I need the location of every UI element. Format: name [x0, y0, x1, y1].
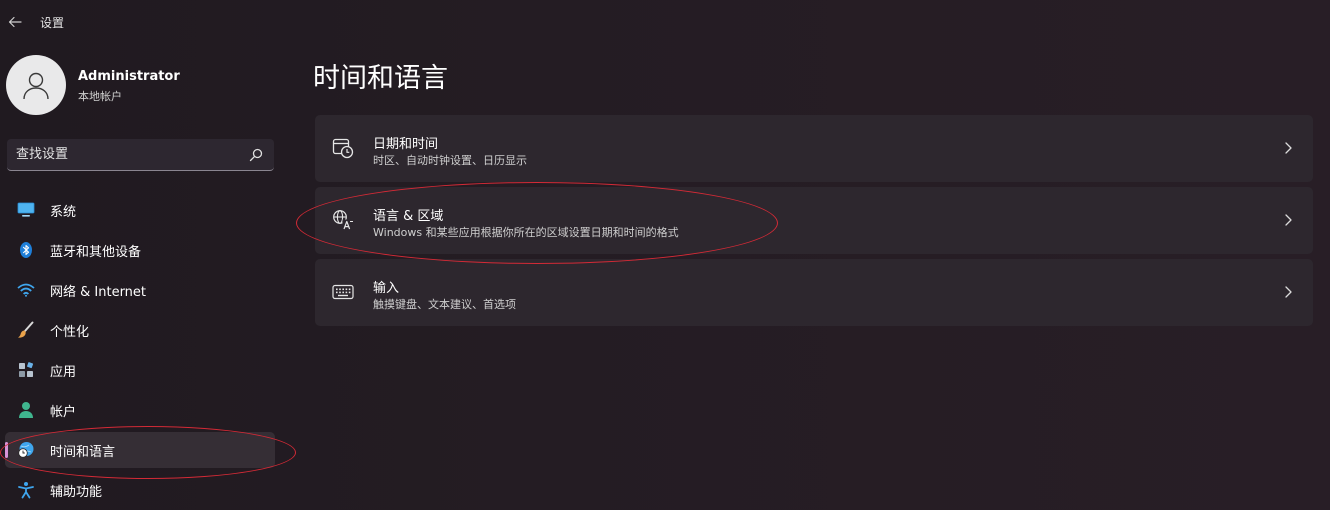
sidebar-item-accessibility[interactable]: 辅助功能 [5, 472, 275, 508]
chevron-right-icon [1285, 214, 1292, 226]
chevron-right-icon [1285, 142, 1292, 154]
sidebar-item-system[interactable]: 系统 [5, 192, 275, 228]
card-typing[interactable]: 输入 触摸键盘、文本建议、首选项 [315, 259, 1313, 326]
avatar[interactable] [6, 55, 66, 115]
app-title: 设置 [40, 16, 65, 30]
settings-window: 设置 Administrator 本地帐户 查找设置 系统 蓝牙和其他设备 网络… [0, 0, 1330, 510]
card-language-region[interactable]: 语言 & 区域 Windows 和某些应用根据你所在的区域设置日期和时间的格式 [315, 187, 1313, 254]
sidebar-item-label: 系统 [50, 204, 77, 220]
calendar-clock-icon [332, 137, 354, 159]
sidebar-item-label: 个性化 [50, 324, 90, 340]
chevron-right-icon [1285, 286, 1292, 298]
monitor-icon [17, 201, 35, 219]
sidebar-item-label: 辅助功能 [50, 484, 103, 500]
sidebar-item-label: 网络 & Internet [50, 284, 147, 300]
bluetooth-icon [17, 241, 35, 259]
search-input[interactable] [7, 139, 237, 169]
sidebar-item-apps[interactable]: 应用 [5, 352, 275, 388]
card-subtitle: 触摸键盘、文本建议、首选项 [373, 298, 516, 311]
page-title: 时间和语言 [313, 63, 448, 94]
wifi-icon [17, 281, 35, 299]
back-arrow-icon [8, 16, 22, 28]
user-profile[interactable]: Administrator 本地帐户 [6, 55, 286, 115]
active-indicator [5, 442, 8, 458]
globe-clock-icon [17, 441, 35, 459]
card-subtitle: 时区、自动时钟设置、日历显示 [373, 154, 527, 167]
card-title: 输入 [373, 281, 400, 296]
language-icon [332, 209, 354, 231]
card-title: 语言 & 区域 [373, 209, 444, 224]
user-avatar-icon [23, 72, 49, 100]
card-subtitle: Windows 和某些应用根据你所在的区域设置日期和时间的格式 [373, 226, 679, 239]
search-box[interactable] [7, 139, 274, 171]
keyboard-icon [332, 281, 354, 303]
brush-icon [17, 321, 35, 339]
apps-icon [17, 361, 35, 379]
sidebar-item-label: 帐户 [50, 404, 77, 420]
search-icon[interactable] [248, 147, 264, 163]
sidebar-item-personalization[interactable]: 个性化 [5, 312, 275, 348]
sidebar-item-accounts[interactable]: 帐户 [5, 392, 275, 428]
sidebar-item-label: 蓝牙和其他设备 [50, 244, 142, 260]
person-icon [17, 401, 35, 419]
card-title: 日期和时间 [373, 137, 439, 152]
user-name: Administrator [78, 69, 180, 84]
accessibility-icon [17, 481, 35, 499]
sidebar-nav: 系统 蓝牙和其他设备 网络 & Internet 个性化 应用 帐户 时间和语言… [5, 192, 275, 510]
sidebar-item-bluetooth[interactable]: 蓝牙和其他设备 [5, 232, 275, 268]
sidebar-item-label: 应用 [50, 364, 77, 380]
back-button[interactable] [4, 11, 26, 33]
sidebar-item-label: 时间和语言 [50, 444, 116, 460]
settings-cards: 日期和时间 时区、自动时钟设置、日历显示 语言 & 区域 Windows 和某些… [315, 115, 1313, 331]
sidebar-item-network[interactable]: 网络 & Internet [5, 272, 275, 308]
card-date-time[interactable]: 日期和时间 时区、自动时钟设置、日历显示 [315, 115, 1313, 182]
sidebar-item-time-language[interactable]: 时间和语言 [5, 432, 275, 468]
title-bar: 设置 [0, 0, 300, 44]
account-type: 本地帐户 [78, 90, 122, 103]
